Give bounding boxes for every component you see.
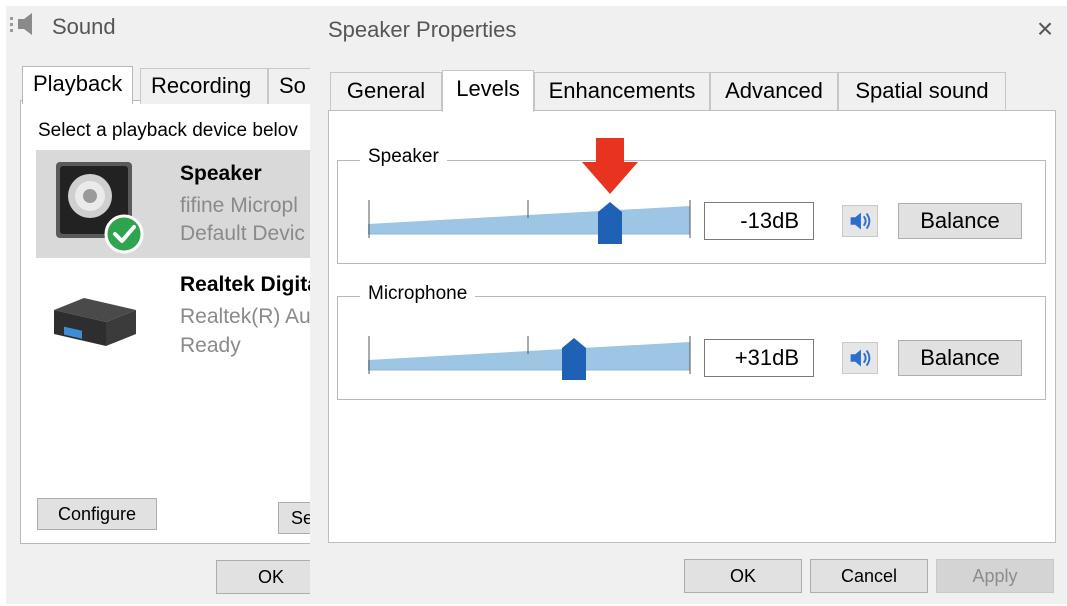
close-icon[interactable]: × <box>1030 14 1060 44</box>
configure-button[interactable]: Configure <box>37 498 157 530</box>
tab-advanced[interactable]: Advanced <box>710 72 838 110</box>
device-name: Realtek Digita <box>180 273 319 296</box>
tab-general[interactable]: General <box>330 72 442 110</box>
playback-prompt: Select a playback device belov <box>38 120 298 141</box>
microphone-level-field[interactable]: +31dB <box>704 339 814 377</box>
tab-spatial-sound[interactable]: Spatial sound <box>838 72 1006 110</box>
volume-icon <box>850 212 871 230</box>
digital-output-device-icon[interactable] <box>44 296 140 352</box>
cancel-button[interactable]: Cancel <box>810 559 928 593</box>
microphone-group-label: Microphone <box>360 283 476 305</box>
volume-icon <box>850 349 871 367</box>
window-title: Sound <box>52 14 116 39</box>
device-description: fifine Micropl <box>180 194 298 217</box>
speaker-mute-button[interactable] <box>842 205 878 237</box>
tab-levels[interactable]: Levels <box>442 70 534 112</box>
ok-button[interactable]: OK <box>684 559 802 593</box>
apply-button[interactable]: Apply <box>936 559 1054 593</box>
speaker-group-label: Speaker <box>360 146 447 168</box>
speaker-app-icon <box>10 13 32 35</box>
microphone-balance-button[interactable]: Balance <box>898 340 1022 376</box>
tab-recording[interactable]: Recording <box>140 68 268 104</box>
device-name: Speaker <box>180 162 262 185</box>
window-title: Speaker Properties <box>328 17 517 42</box>
speaker-balance-button[interactable]: Balance <box>898 203 1022 239</box>
device-status: Ready <box>180 334 241 357</box>
microphone-mute-button[interactable] <box>842 342 878 374</box>
speaker-volume-slider-thumb[interactable] <box>598 202 622 244</box>
device-description: Realtek(R) Au <box>180 305 311 328</box>
device-status: Default Devic <box>180 222 305 245</box>
tab-enhancements[interactable]: Enhancements <box>534 72 710 110</box>
tab-playback[interactable]: Playback <box>22 66 134 104</box>
annotation-arrow-icon <box>582 138 638 194</box>
microphone-volume-slider-track[interactable] <box>368 332 692 382</box>
speaker-volume-slider-track[interactable] <box>368 196 692 246</box>
microphone-volume-slider-thumb[interactable] <box>562 338 586 380</box>
speaker-device-icon <box>56 162 144 254</box>
speaker-level-field[interactable]: -13dB <box>704 202 814 240</box>
